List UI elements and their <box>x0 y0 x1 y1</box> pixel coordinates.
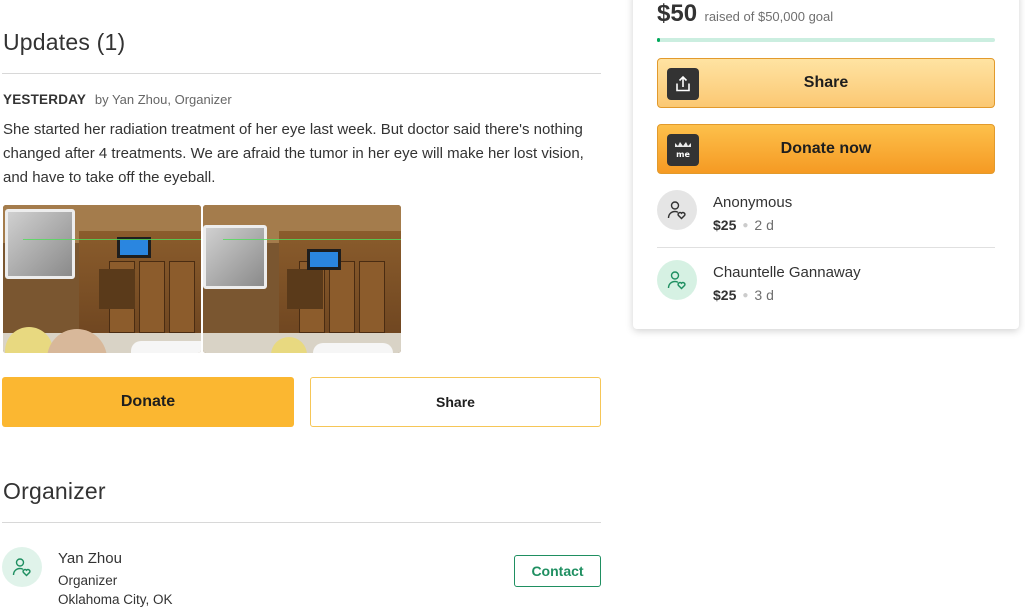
donation-divider <box>657 247 995 248</box>
donation-time: 2 d <box>754 217 774 233</box>
updates-title: Updates (1) <box>3 29 126 55</box>
update-text: She started her radiation treatment of h… <box>3 121 584 186</box>
update-photo-2[interactable] <box>203 205 401 353</box>
donate-button[interactable]: Donate <box>2 377 294 427</box>
update-date: YESTERDAY <box>3 92 87 107</box>
organizer-name[interactable]: Yan Zhou <box>58 550 122 567</box>
donor-name: Anonymous <box>713 194 793 211</box>
donor-avatar <box>657 190 697 230</box>
donation-time: 3 d <box>754 287 774 303</box>
separator-dot: ● <box>742 220 749 231</box>
progress-fill <box>657 38 661 42</box>
donor-details: $25 ● 2 d <box>713 217 774 233</box>
raised-goal-text: raised of $50,000 goal <box>704 9 834 24</box>
donation-item: Chauntelle Gannaway $25 ● 3 d <box>657 260 995 320</box>
donor-details: $25 ● 3 d <box>713 287 774 303</box>
progress-bar <box>657 38 995 42</box>
donate-now-button[interactable]: me Donate now <box>657 124 995 174</box>
share-button[interactable]: Share <box>310 377 601 427</box>
donor-name: Chauntelle Gannaway <box>713 264 861 281</box>
donor-heart-icon <box>667 271 686 290</box>
update-byline: by Yan Zhou, Organizer <box>94 92 232 107</box>
contact-button[interactable]: Contact <box>514 555 601 587</box>
raised-amount: $50 <box>657 0 698 27</box>
organizer-title: Organizer <box>3 478 106 504</box>
organizer-location: Oklahoma City, OK <box>58 592 173 607</box>
update-meta: YESTERDAY by Yan Zhou, Organizer <box>3 92 232 107</box>
sidebar-share-button[interactable]: Share <box>657 58 995 108</box>
organizer-divider <box>2 522 601 523</box>
updates-divider <box>2 73 601 74</box>
organizer-heart-icon <box>12 558 31 577</box>
donor-heart-icon <box>667 201 686 220</box>
organizer-avatar <box>2 547 42 587</box>
organizer-role: Organizer <box>58 573 118 588</box>
donation-amount: $25 <box>713 287 737 303</box>
donate-now-label: Donate now <box>780 140 872 157</box>
separator-dot: ● <box>742 290 749 301</box>
donor-avatar <box>657 260 697 300</box>
donation-amount: $25 <box>713 217 737 233</box>
sidebar-share-label: Share <box>803 74 849 91</box>
raised-summary: $50 raised of $50,000 goal <box>657 0 833 28</box>
donation-item: Anonymous $25 ● 2 d <box>657 190 995 250</box>
update-photo-1[interactable] <box>3 205 201 353</box>
